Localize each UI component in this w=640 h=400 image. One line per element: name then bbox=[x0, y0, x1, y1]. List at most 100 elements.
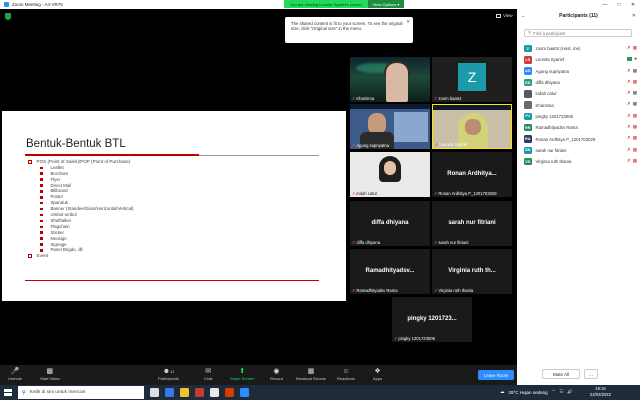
video-on-icon: ▩ bbox=[632, 67, 637, 73]
viewing-banner: You are viewing Leonita Syarief's screen… bbox=[284, 0, 405, 8]
file-explorer-icon[interactable] bbox=[180, 388, 189, 397]
tray-chevron-icon[interactable]: ⌃ bbox=[552, 389, 556, 395]
video-tile-pingky[interactable]: pingky 1201723... ✗ pingky 1201723006 bbox=[392, 297, 472, 342]
video-on-icon: ▩ bbox=[632, 101, 637, 107]
unmute-button[interactable]: 🎤 Unmute bbox=[8, 367, 22, 381]
weather-icon[interactable]: ☁ bbox=[500, 389, 505, 395]
participant-row[interactable]: DD diffa dhiyana ✗ ▩ bbox=[524, 77, 637, 88]
zoom-taskbar-icon[interactable] bbox=[240, 388, 249, 397]
mute-all-button[interactable]: Mute All bbox=[542, 369, 580, 379]
task-view-icon[interactable] bbox=[150, 388, 159, 397]
security-shield-icon[interactable] bbox=[5, 13, 11, 20]
tile-center-name: Ronan Ardhitya... bbox=[447, 171, 497, 177]
avatar: RA bbox=[524, 135, 532, 143]
video-off-icon: ▩ bbox=[632, 78, 637, 84]
participant-row[interactable]: Z zoom baa04 (Host, me) ✗ ▩ bbox=[524, 43, 637, 54]
breakout-rooms-button[interactable]: ▦ Breakout Rooms bbox=[296, 367, 326, 381]
video-on-icon: ▩ bbox=[632, 90, 637, 96]
weather-text[interactable]: 29°C Hujan sedang bbox=[509, 390, 548, 395]
taskbar-search[interactable]: ⚲ Ketik di sini untuk mencari bbox=[18, 386, 144, 399]
participant-row[interactable]: P1 pingky 1201723006 ✗ ▩ bbox=[524, 111, 637, 122]
video-off-icon: ▩ bbox=[632, 112, 637, 118]
viewing-message: You are viewing Leonita Syarief's screen bbox=[284, 0, 368, 8]
reactions-button[interactable]: ☺ Reactions bbox=[337, 367, 355, 381]
participant-search-input[interactable] bbox=[533, 30, 629, 36]
participant-row[interactable]: VR Virginia ruth thania ✗ ▩ bbox=[524, 156, 637, 167]
video-tile-virginia[interactable]: Virginia ruth th... ✗ Virginia ruth thani… bbox=[432, 249, 512, 294]
panel-close-icon[interactable]: ✕ bbox=[632, 13, 636, 19]
tile-center-name: diffa dhiyana bbox=[371, 220, 409, 226]
participant-search[interactable]: ⚲ bbox=[524, 29, 632, 37]
record-icon: ◉ bbox=[273, 368, 280, 375]
participant-row[interactable]: RA Ronan Ardhitya P_1201703029 ✗ ▩ bbox=[524, 133, 637, 144]
close-window-button[interactable]: ✕ bbox=[626, 0, 640, 9]
office-icon[interactable] bbox=[195, 388, 204, 397]
slide-bullets: POS (Point of Sales)/POP (Point of Purch… bbox=[26, 159, 133, 259]
video-tile-kharisma[interactable]: ✗ Kharisma bbox=[350, 57, 430, 102]
video-tile-agung[interactable]: ✗ Agung supriyatna bbox=[350, 104, 430, 149]
search-icon: ⚲ bbox=[528, 30, 532, 35]
video-tile-ronan[interactable]: Ronan Ardhitya... ✗ Ronan Ardhitya P_1201… bbox=[432, 152, 512, 197]
grid-view-icon bbox=[496, 13, 501, 18]
maximize-button[interactable]: □ bbox=[612, 0, 626, 9]
mic-muted-icon: ✗ bbox=[626, 90, 631, 96]
participant-video bbox=[384, 161, 396, 175]
mic-on-icon: ● bbox=[634, 56, 637, 62]
windows-start-icon[interactable] bbox=[4, 389, 12, 396]
volume-icon[interactable]: 🔊 bbox=[567, 389, 573, 395]
participants-panel: ⌄ Participants (11) ✕ ⚲ Z zoom baa04 (Ho… bbox=[517, 9, 640, 385]
video-tile-sarah[interactable]: sarah nur fitriani ✗ sarah nur fitriani bbox=[432, 201, 512, 246]
participant-row[interactable]: LS Leonita Syarief ● bbox=[524, 54, 637, 65]
apps-button[interactable]: ❖ Apps bbox=[373, 367, 382, 381]
wifi-icon[interactable]: ☷ bbox=[559, 389, 563, 395]
participants-button[interactable]: ☻11 Participants bbox=[158, 367, 179, 381]
participant-row[interactable]: RR Ramadhityadsv Rama ✗ ▩ bbox=[524, 122, 637, 133]
video-tile-indah[interactable]: ✗ indah catur bbox=[350, 152, 430, 197]
video-tile-leonita[interactable]: ✗ Leonita Syarief bbox=[432, 104, 512, 149]
more-options-button[interactable]: ... bbox=[584, 369, 598, 379]
participant-row[interactable]: Kharisma ✗ ▩ bbox=[524, 99, 637, 110]
search-icon: ⚲ bbox=[22, 389, 26, 396]
chat-button[interactable]: ✉ Chat bbox=[204, 367, 212, 381]
video-tile-ramadhityadsv[interactable]: Ramadhityadsv... ✗ Ramadhityadsv Rama bbox=[350, 249, 430, 294]
view-button[interactable]: View bbox=[496, 13, 513, 18]
start-video-button[interactable]: ▩ Start Video bbox=[40, 367, 60, 381]
breakout-rooms-icon: ▦ bbox=[307, 368, 315, 375]
view-options-button[interactable]: View Options ▾ bbox=[367, 0, 405, 8]
mic-muted-icon: ✗ bbox=[352, 191, 356, 196]
mic-muted-icon: ✗ bbox=[626, 45, 631, 50]
tile-center-name: pingky 1201723... bbox=[407, 316, 457, 322]
mic-muted-icon: 🎤 bbox=[10, 368, 20, 375]
system-tray: ☁ 29°C Hujan sedang ⌃ ☷ 🔊 bbox=[500, 389, 573, 395]
slide-bottom-rule bbox=[25, 280, 319, 281]
share-screen-button[interactable]: ⬆ Share Screen bbox=[230, 367, 254, 381]
taskbar-clock[interactable]: 19:16 24/03/2022 bbox=[590, 386, 611, 398]
participant-row[interactable]: indah catur ✗ ▩ bbox=[524, 88, 637, 99]
record-button[interactable]: ◉ Record bbox=[270, 367, 283, 381]
edge-icon[interactable] bbox=[165, 388, 174, 397]
video-off-icon: ▩ bbox=[632, 135, 637, 141]
smiley-icon: ☺ bbox=[342, 368, 350, 375]
video-off-icon: ▩ bbox=[632, 124, 637, 130]
minimize-button[interactable]: — bbox=[598, 0, 612, 9]
mic-muted-icon: ✗ bbox=[394, 336, 398, 341]
participant-video bbox=[465, 119, 481, 135]
mic-muted-icon: ✗ bbox=[352, 240, 356, 245]
participant-row[interactable]: AS Agung supriyatna ✗ ▩ bbox=[524, 66, 637, 77]
participant-row[interactable]: SN sarah nur fitriani ✗ ▩ bbox=[524, 145, 637, 156]
video-tile-zoom-baa04[interactable]: Z ✗ zoom baa04 bbox=[432, 57, 512, 102]
mic-muted-icon: ✗ bbox=[352, 143, 356, 148]
participant-list: Z zoom baa04 (Host, me) ✗ ▩ LS Leonita Sy… bbox=[524, 43, 637, 167]
avatar: SN bbox=[524, 146, 532, 155]
close-icon[interactable]: ✕ bbox=[406, 19, 410, 24]
powerpoint-icon[interactable] bbox=[225, 388, 234, 397]
leave-room-button[interactable]: Leave Room bbox=[478, 370, 514, 380]
mic-muted-icon: ✗ bbox=[352, 288, 356, 293]
store-icon[interactable] bbox=[210, 388, 219, 397]
meeting-area: View The shared content is fit to your s… bbox=[0, 9, 517, 365]
mic-muted-icon: ✗ bbox=[626, 101, 631, 107]
participant-video bbox=[386, 63, 408, 102]
avatar: P1 bbox=[524, 112, 532, 121]
video-tile-diffa[interactable]: diffa dhiyana ✗ diffa dhiyana bbox=[350, 201, 430, 246]
window-title: Zoom Meeting - A4-VR75 bbox=[12, 2, 63, 7]
